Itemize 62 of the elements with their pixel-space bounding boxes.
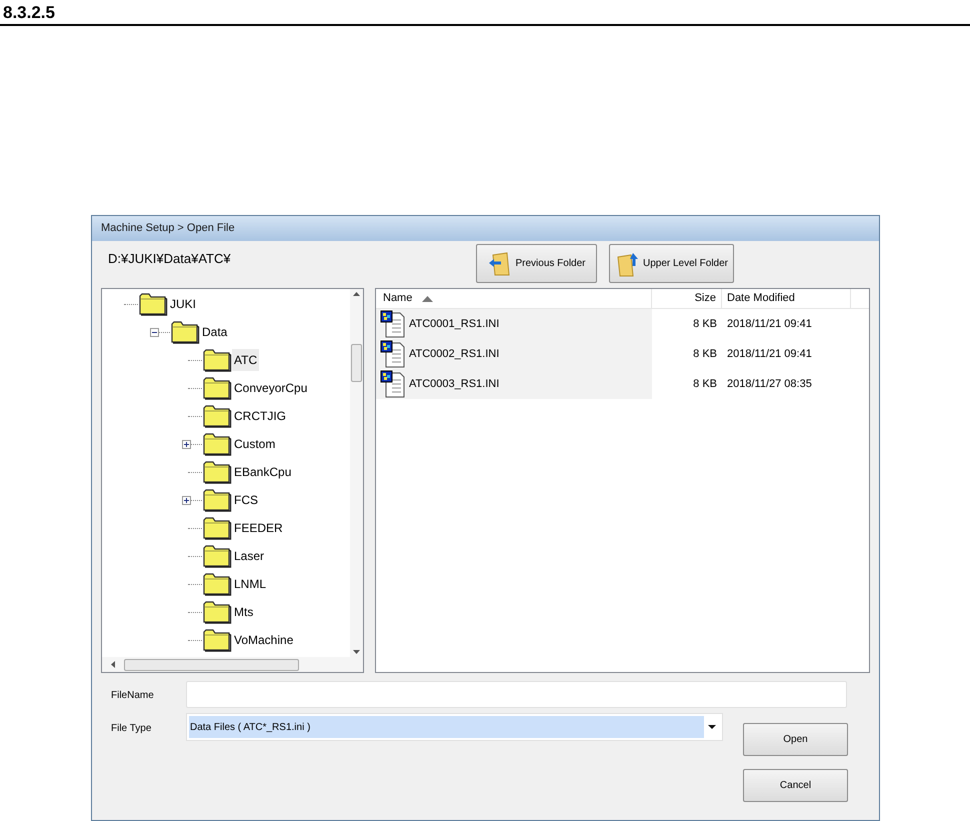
tree-item[interactable]: FCS — [232, 489, 260, 511]
column-header[interactable]: Date Modified — [722, 289, 851, 308]
file-name[interactable]: ATC0002_RS1.INI — [409, 346, 500, 362]
tree-item[interactable]: ATC — [232, 349, 260, 371]
file-size: 8 KB — [692, 316, 718, 332]
expand-toggle[interactable] — [182, 440, 191, 448]
window-title: Machine Setup > Open File — [101, 221, 235, 236]
tree-item[interactable]: LNML — [232, 573, 268, 595]
tree-item[interactable]: VoMachine — [232, 629, 296, 651]
file-size: 8 KB — [692, 346, 718, 362]
plus-icon — [183, 440, 190, 448]
tree-item[interactable]: ConveyorCpu — [232, 377, 310, 399]
scroll-thumb[interactable] — [124, 658, 299, 670]
folder-icon — [202, 488, 232, 512]
scroll-down-icon[interactable] — [353, 650, 360, 654]
folder-icon — [202, 376, 232, 400]
section-heading: 8.3.2.5 — [3, 2, 55, 24]
folder-icon — [202, 572, 232, 596]
dialog-button[interactable]: Open — [743, 723, 848, 756]
scroll-up-icon[interactable] — [353, 292, 360, 296]
file-type-dropdown[interactable]: Data Files ( ATC*_RS1.ini ) — [186, 713, 723, 741]
tree-item[interactable]: FEEDER — [232, 517, 285, 539]
scroll-thumb[interactable] — [351, 344, 362, 382]
column-header[interactable]: Size — [652, 289, 722, 308]
folder-icon — [202, 404, 232, 428]
folder-icon — [202, 628, 232, 652]
tree-item[interactable]: CRCTJIG — [232, 405, 288, 427]
folder-icon — [202, 544, 232, 568]
file-name-field[interactable] — [186, 681, 847, 708]
expand-toggle[interactable] — [182, 496, 191, 504]
folder-icon — [170, 320, 200, 344]
folder-up-arrow-icon — [614, 250, 641, 276]
tree-item[interactable]: Laser — [232, 545, 266, 567]
tree-item[interactable]: JUKI — [168, 293, 198, 315]
current-path: D:¥JUKI¥Data¥ATC¥ — [108, 250, 232, 268]
file-name[interactable]: ATC0001_RS1.INI — [409, 316, 500, 332]
toolbar-button[interactable]: Upper Level Folder — [609, 244, 734, 283]
tree-item[interactable]: Mts — [232, 601, 256, 623]
folder-icon — [202, 600, 232, 624]
folder-icon — [202, 432, 232, 456]
file-type-label: File Type — [110, 722, 152, 736]
plus-icon — [183, 496, 190, 504]
file-date: 2018/11/21 09:41 — [726, 316, 812, 332]
column-header[interactable]: Name — [376, 289, 652, 308]
folder-icon — [202, 460, 232, 484]
vertical-scrollbar[interactable] — [350, 289, 363, 657]
folder-icon — [138, 292, 168, 316]
file-size: 8 KB — [692, 376, 718, 392]
folder-icon — [202, 348, 232, 372]
folder-icon — [202, 516, 232, 540]
file-date: 2018/11/21 09:41 — [726, 346, 812, 362]
file-name-label: FileName — [110, 689, 155, 703]
tree-item[interactable]: Custom — [232, 433, 278, 455]
scroll-left-icon[interactable] — [111, 661, 115, 668]
tree-item[interactable]: EBankCpu — [232, 461, 294, 483]
horizontal-scrollbar[interactable] — [102, 657, 363, 672]
file-date: 2018/11/27 08:35 — [726, 376, 812, 392]
expand-toggle[interactable] — [150, 328, 159, 336]
dialog-button[interactable]: Cancel — [743, 769, 848, 802]
toolbar-button[interactable]: Previous Folder — [476, 244, 597, 283]
file-name[interactable]: ATC0003_RS1.INI — [409, 376, 500, 392]
tree-item[interactable]: Data — [200, 321, 230, 343]
